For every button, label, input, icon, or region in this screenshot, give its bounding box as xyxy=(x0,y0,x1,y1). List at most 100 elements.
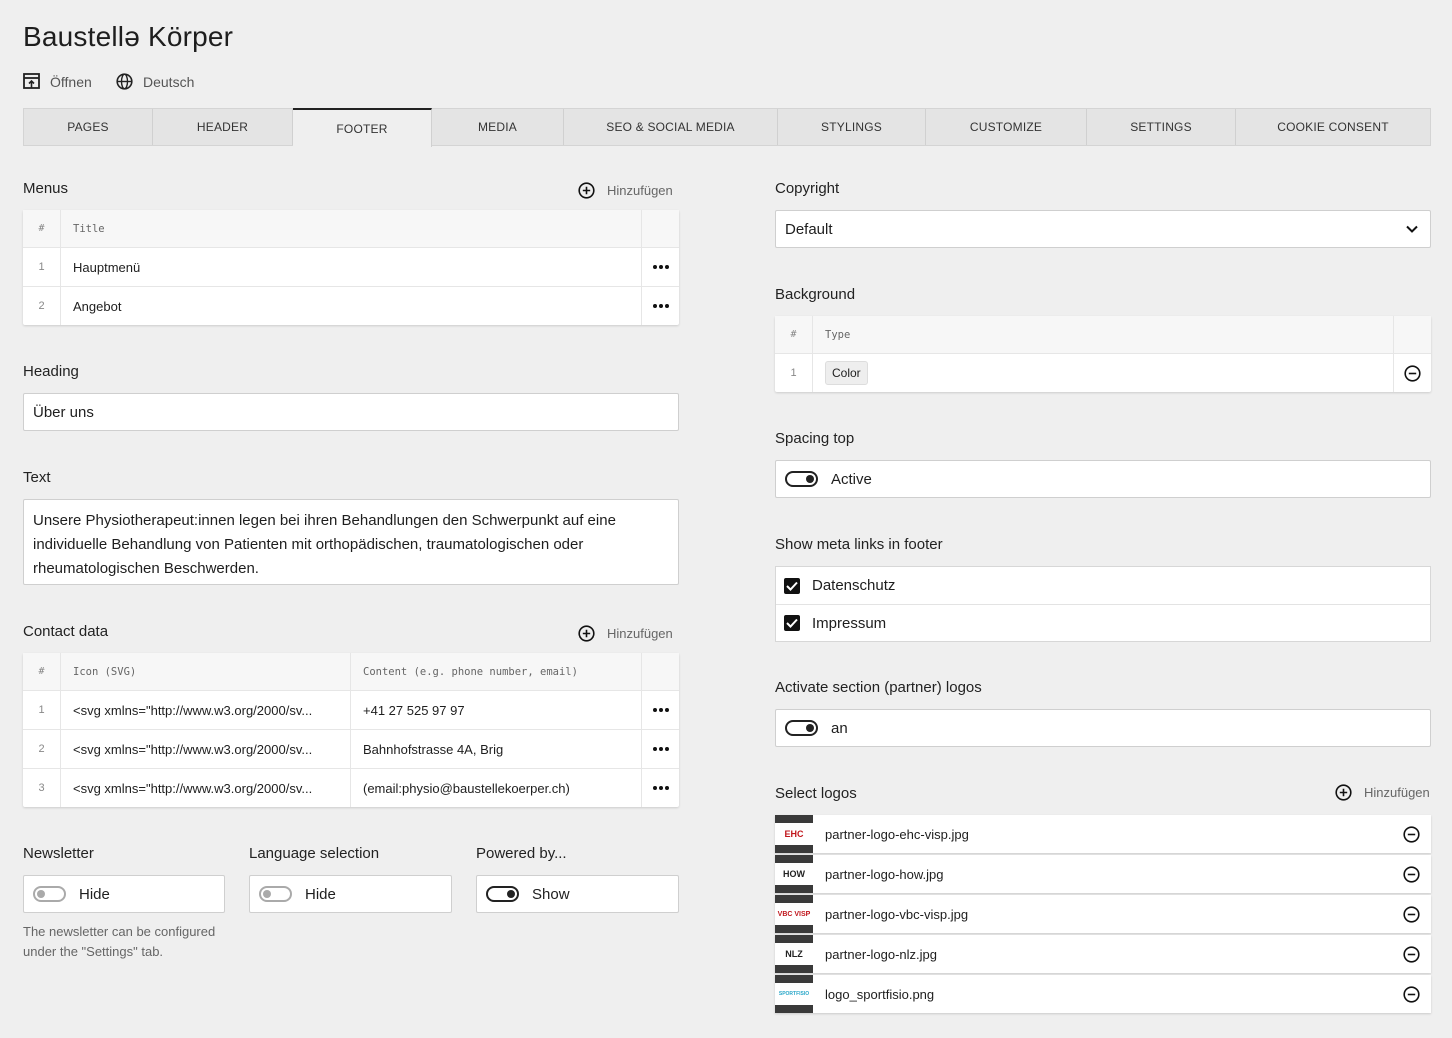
row-num: 3 xyxy=(23,769,61,807)
background-type-tag: Color xyxy=(825,361,868,385)
more-icon xyxy=(652,786,669,790)
tab-footer[interactable]: FOOTER xyxy=(293,108,432,147)
contact-icon-cell: <svg xmlns="http://www.w3.org/2000/sv... xyxy=(61,691,351,729)
row-actions-button[interactable] xyxy=(641,287,679,325)
text-textarea[interactable]: Unsere Physiotherapeut:innen legen bei i… xyxy=(23,499,679,585)
col-num: # xyxy=(23,653,61,690)
open-link[interactable]: Öffnen xyxy=(23,73,92,90)
table-header: # Icon (SVG) Content (e.g. phone number,… xyxy=(23,653,679,690)
menu-title: Angebot xyxy=(73,298,122,314)
logo-item[interactable]: SPORTFISIO logo_sportfisio.png xyxy=(775,975,1431,1013)
tab-header[interactable]: HEADER xyxy=(153,109,293,145)
more-icon xyxy=(652,304,669,308)
logo-filename: partner-logo-vbc-visp.jpg xyxy=(825,906,969,922)
tab-seo-social-media[interactable]: SEO & SOCIAL MEDIA xyxy=(564,109,778,145)
checkbox-datenschutz[interactable]: Datenschutz xyxy=(776,567,1430,604)
powered-by-label: Powered by... xyxy=(476,845,567,862)
menus-table: # Title 1 Hauptmenü 2 Angebot xyxy=(23,210,679,325)
open-external-icon xyxy=(23,73,40,89)
contact-table: # Icon (SVG) Content (e.g. phone number,… xyxy=(23,653,679,807)
minus-circle-icon[interactable] xyxy=(1403,906,1420,923)
powered-by-toggle[interactable]: Show xyxy=(476,875,679,913)
toggle-off-icon xyxy=(259,886,292,902)
toggle-on-icon xyxy=(486,886,519,902)
background-label: Background xyxy=(775,286,856,303)
table-row[interactable]: 1 <svg xmlns="http://www.w3.org/2000/sv.… xyxy=(23,690,679,729)
contact-icon-cell: <svg xmlns="http://www.w3.org/2000/sv... xyxy=(61,769,351,807)
more-icon xyxy=(652,265,669,269)
powered-by-value: Show xyxy=(532,885,570,903)
more-icon xyxy=(652,747,669,751)
page-title: Baustellə Körper xyxy=(23,21,234,52)
minus-circle-icon[interactable] xyxy=(1403,866,1420,883)
menus-add-button[interactable]: Hinzufügen xyxy=(578,182,673,199)
checkbox-checked-icon xyxy=(784,615,800,631)
logo-thumbnail: EHC xyxy=(775,815,813,853)
row-actions-button[interactable] xyxy=(641,248,679,286)
toggle-on-icon xyxy=(785,720,818,736)
logo-item[interactable]: EHC partner-logo-ehc-visp.jpg xyxy=(775,815,1431,853)
table-row[interactable]: 2 <svg xmlns="http://www.w3.org/2000/sv.… xyxy=(23,729,679,768)
toggle-off-icon xyxy=(33,886,66,902)
logo-item[interactable]: VBC VISP partner-logo-vbc-visp.jpg xyxy=(775,895,1431,933)
minus-circle-icon[interactable] xyxy=(1403,986,1420,1003)
logo-filename: partner-logo-nlz.jpg xyxy=(825,946,938,962)
logo-thumbnail-text: NLZ xyxy=(775,943,813,965)
language-selection-toggle[interactable]: Hide xyxy=(249,875,452,913)
logo-thumbnail: VBC VISP xyxy=(775,895,813,933)
toggle-on-icon xyxy=(785,471,818,487)
logo-item[interactable]: HOW partner-logo-how.jpg xyxy=(775,855,1431,893)
language-selection-label: Language selection xyxy=(249,845,380,862)
checkbox-label: Impressum xyxy=(812,614,887,632)
meta-links-group: Datenschutz Impressum xyxy=(775,566,1431,642)
row-actions-button[interactable] xyxy=(641,691,679,729)
contact-label: Contact data xyxy=(23,623,109,640)
row-actions-button[interactable] xyxy=(641,769,679,807)
logo-filename: partner-logo-ehc-visp.jpg xyxy=(825,826,969,842)
partner-logos-section-label: Activate section (partner) logos xyxy=(775,679,982,696)
spacing-top-toggle[interactable]: Active xyxy=(775,460,1431,498)
table-row[interactable]: 1 Color xyxy=(775,353,1431,392)
checkbox-checked-icon xyxy=(784,577,800,594)
tab-stylings[interactable]: STYLINGS xyxy=(778,109,926,145)
tab-settings[interactable]: SETTINGS xyxy=(1087,109,1236,145)
select-logos-label: Select logos xyxy=(775,785,857,802)
copyright-select[interactable]: Default xyxy=(775,210,1431,248)
tab-media[interactable]: MEDIA xyxy=(432,109,564,145)
newsletter-toggle[interactable]: Hide xyxy=(23,875,225,913)
table-header: # Title xyxy=(23,210,679,247)
spacing-top-value: Active xyxy=(831,470,872,488)
col-num: # xyxy=(775,316,813,353)
table-row[interactable]: 1 Hauptmenü xyxy=(23,247,679,286)
partner-logos-toggle[interactable]: an xyxy=(775,709,1431,747)
copyright-label: Copyright xyxy=(775,180,840,197)
heading-label: Heading xyxy=(23,363,79,380)
tab-pages[interactable]: PAGES xyxy=(24,109,153,145)
logos-add-label: Hinzufügen xyxy=(1364,785,1430,800)
logo-item[interactable]: NLZ partner-logo-nlz.jpg xyxy=(775,935,1431,973)
logos-add-button[interactable]: Hinzufügen xyxy=(1335,784,1430,801)
row-num: 1 xyxy=(23,248,61,286)
minus-circle-icon[interactable] xyxy=(1403,946,1420,963)
contact-content-cell: (email:physio@baustellekoerper.ch) xyxy=(363,780,570,796)
table-row[interactable]: 2 Angebot xyxy=(23,286,679,325)
plus-circle-icon xyxy=(1335,784,1352,801)
logo-thumbnail-text: HOW xyxy=(775,863,813,885)
remove-button[interactable] xyxy=(1393,354,1431,392)
logo-thumbnail: HOW xyxy=(775,855,813,893)
tab-customize[interactable]: CUSTOMIZE xyxy=(926,109,1087,145)
contact-add-button[interactable]: Hinzufügen xyxy=(578,625,673,642)
logo-thumbnail-text: EHC xyxy=(775,823,813,845)
plus-circle-icon xyxy=(578,182,595,199)
col-title: Title xyxy=(73,222,105,235)
row-actions-button[interactable] xyxy=(641,730,679,768)
table-row[interactable]: 3 <svg xmlns="http://www.w3.org/2000/sv.… xyxy=(23,768,679,807)
language-link[interactable]: Deutsch xyxy=(116,73,194,90)
col-icon: Icon (SVG) xyxy=(61,653,351,690)
checkbox-impressum[interactable]: Impressum xyxy=(776,604,1430,641)
globe-icon xyxy=(116,73,133,90)
menu-title: Hauptmenü xyxy=(73,259,141,275)
minus-circle-icon[interactable] xyxy=(1403,826,1420,843)
heading-input[interactable]: Über uns xyxy=(23,393,679,431)
tab-cookie-consent[interactable]: COOKIE CONSENT xyxy=(1236,109,1430,145)
